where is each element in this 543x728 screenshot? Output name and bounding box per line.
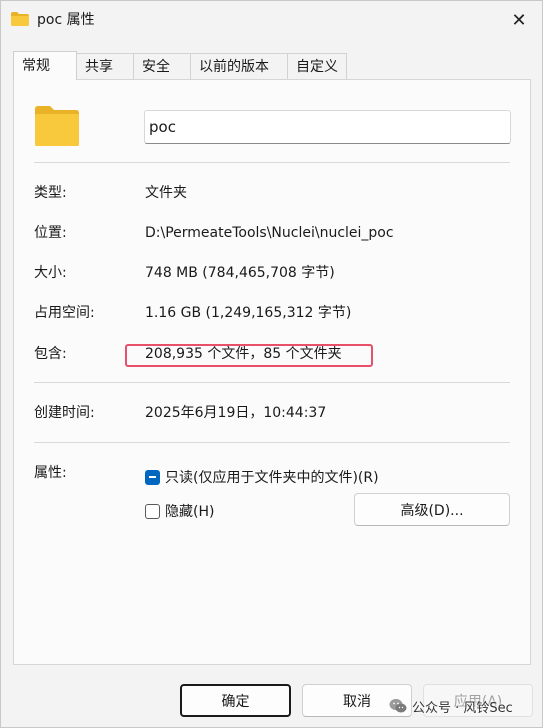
window-title: poc 属性 <box>37 12 95 28</box>
size-value: 748 MB (784,465,708 字节) <box>145 265 335 281</box>
location-label: 位置: <box>34 225 67 241</box>
folder-icon <box>11 12 29 26</box>
divider <box>34 442 510 443</box>
highlight-annotation <box>125 344 373 367</box>
folder-icon <box>35 106 79 146</box>
tab-bar: 常规 共享 安全 以前的版本 自定义 <box>13 51 347 80</box>
type-value: 文件夹 <box>145 185 187 201</box>
close-button[interactable]: ✕ <box>496 1 542 39</box>
hidden-checkbox[interactable] <box>145 503 160 519</box>
close-icon: ✕ <box>511 9 527 31</box>
title-bar: poc 属性 ✕ <box>1 1 542 41</box>
created-value: 2025年6月19日，10:44:37 <box>145 405 327 421</box>
watermark: 公众号 · 风铃Sec <box>389 695 513 717</box>
type-label: 类型: <box>34 185 67 201</box>
readonly-checkbox-row[interactable]: 只读(仅应用于文件夹中的文件)(R) <box>145 467 379 487</box>
advanced-button[interactable]: 高级(D)... <box>354 493 510 526</box>
readonly-checkbox[interactable] <box>145 469 160 485</box>
divider <box>34 162 510 163</box>
general-panel: 类型: 文件夹 位置: D:\PermeateTools\Nuclei\nucl… <box>13 79 531 665</box>
folder-name-input[interactable] <box>144 110 511 144</box>
hidden-checkbox-row[interactable]: 隐藏(H) <box>145 501 214 521</box>
size-on-disk-label: 占用空间: <box>34 305 95 321</box>
properties-dialog: poc 属性 ✕ 常规 共享 安全 以前的版本 自定义 类型: 文件夹 位置: … <box>0 0 543 728</box>
location-value: D:\PermeateTools\Nuclei\nuclei_poc <box>145 225 394 241</box>
contains-label: 包含: <box>34 346 67 362</box>
tab-security[interactable]: 安全 <box>133 53 191 79</box>
hidden-label: 隐藏(H) <box>165 504 215 520</box>
created-label: 创建时间: <box>34 405 95 421</box>
ok-button[interactable]: 确定 <box>180 684 291 717</box>
wechat-icon <box>389 699 407 713</box>
divider <box>34 382 510 383</box>
tab-previous-versions[interactable]: 以前的版本 <box>190 53 288 79</box>
size-label: 大小: <box>34 265 67 281</box>
watermark-text: 公众号 · 风铃Sec <box>412 700 513 716</box>
tab-sharing[interactable]: 共享 <box>76 53 134 79</box>
attributes-label: 属性: <box>34 465 67 481</box>
readonly-label: 只读(仅应用于文件夹中的文件)(R) <box>165 470 379 486</box>
size-on-disk-value: 1.16 GB (1,249,165,312 字节) <box>145 305 352 321</box>
tab-customize[interactable]: 自定义 <box>287 53 347 79</box>
tab-general[interactable]: 常规 <box>13 51 77 80</box>
